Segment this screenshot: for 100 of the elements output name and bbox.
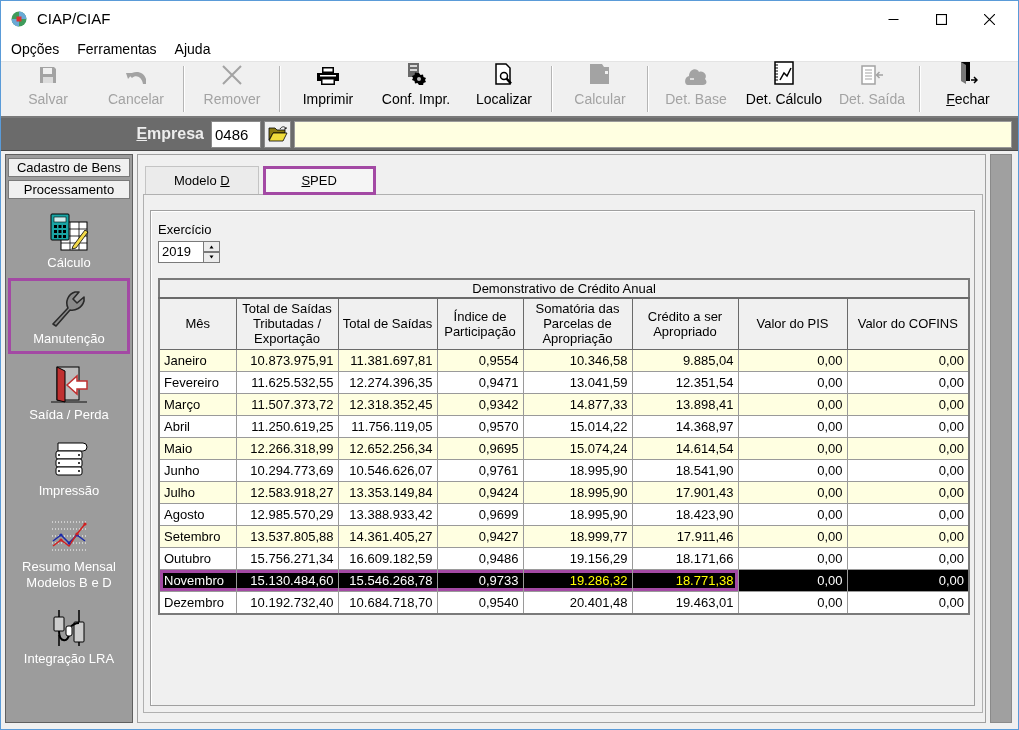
- table-cell: 18.999,77: [523, 525, 632, 548]
- table-cell: Outubro: [159, 547, 236, 570]
- tab[interactable]: Modelo D: [145, 166, 259, 194]
- printer-icon: [317, 67, 339, 85]
- table-row[interactable]: Abril 11.250.619,25 11.756.119,05 0,9570 15.014,22 14.368,97 0,00 0,00: [159, 415, 970, 438]
- table-cell: 18.771,38: [632, 569, 738, 592]
- calculation-detail-button[interactable]: Det. Cálculo: [740, 62, 828, 116]
- table-cell: 0,00: [738, 481, 847, 504]
- undo-arrow-icon: [125, 71, 147, 85]
- spin-down-icon[interactable]: [203, 251, 220, 263]
- table-cell: 15.546.268,78: [338, 569, 437, 592]
- table-row[interactable]: Novembro 15.130.484,60 15.546.268,78 0,9733 19.286,32 18.771,38 0,00 0,00: [159, 569, 970, 592]
- table-row[interactable]: Outubro 15.756.271,34 16.609.182,59 0,9486 19.156,29 18.171,66 0,00 0,00: [159, 547, 970, 570]
- table-cell: 11.756.119,05: [338, 415, 437, 438]
- table-row[interactable]: Janeiro 10.873.975,91 11.381.697,81 0,9554 10.346,58 9.885,04 0,00 0,00: [159, 349, 970, 372]
- table-cell: 0,9733: [437, 569, 523, 592]
- table-row[interactable]: Junho 10.294.773,69 10.546.626,07 0,9761 18.995,90 18.541,90 0,00 0,00: [159, 459, 970, 482]
- table-cell: 0,9554: [437, 349, 523, 372]
- section-button[interactable]: Cadastro de Bens: [8, 158, 130, 177]
- close-icon[interactable]: [984, 13, 995, 25]
- section-button[interactable]: Processamento: [8, 180, 130, 199]
- table-row[interactable]: Dezembro 10.192.732,40 10.684.718,70 0,9540 20.401,48 19.463,01 0,00 0,00: [159, 591, 970, 614]
- column-header: Mês: [159, 297, 236, 350]
- document-magnifier-icon: [495, 63, 513, 85]
- table-cell: 10.294.773,69: [236, 459, 338, 482]
- table-cell: Junho: [159, 459, 236, 482]
- tab[interactable]: SPED: [262, 166, 376, 195]
- table-cell: 11.250.619,25: [236, 415, 338, 438]
- table-cell: 13.388.933,42: [338, 503, 437, 526]
- table-cell: 11.507.373,72: [236, 393, 338, 416]
- table-cell: Fevereiro: [159, 371, 236, 394]
- table-cell: 0,00: [738, 437, 847, 460]
- column-header: Valor do PIS: [738, 297, 847, 350]
- table-title: Demonstrativo de Crédito Anual: [159, 278, 970, 298]
- column-header: Crédito a ser Apropriado: [632, 297, 738, 350]
- table-cell: Setembro: [159, 525, 236, 548]
- table-cell: 18.171,66: [632, 547, 738, 570]
- table-cell: 17.901,43: [632, 481, 738, 504]
- menu-item[interactable]: Ferramentas: [68, 39, 166, 59]
- door-arrow-icon: [958, 61, 978, 85]
- table-row[interactable]: Março 11.507.373,72 12.318.352,45 0,9342 14.877,33 13.898,41 0,00 0,00: [159, 393, 970, 416]
- table-cell: 15.014,22: [523, 415, 632, 438]
- table-cell: 12.351,54: [632, 371, 738, 394]
- table-cell: Julho: [159, 481, 236, 504]
- table-row[interactable]: Fevereiro 11.625.532,55 12.274.396,35 0,9471 13.041,59 12.351,54 0,00 0,00: [159, 371, 970, 394]
- table-cell: 15.130.484,60: [236, 569, 338, 592]
- table-cell: 12.583.918,27: [236, 481, 338, 504]
- company-code-field[interactable]: 0486: [211, 120, 261, 148]
- column-header: Valor do COFINS: [847, 297, 970, 350]
- table-cell: 10.873.975,91: [236, 349, 338, 372]
- table-cell: 18.423,90: [632, 503, 738, 526]
- close-button[interactable]: Fechar: [924, 62, 1012, 116]
- column-header: Índice de Participação: [437, 297, 523, 350]
- table-cell: 0,9424: [437, 481, 523, 504]
- table-cell: 0,9570: [437, 415, 523, 438]
- year-label: Exercício: [158, 222, 212, 238]
- table-cell: 12.266.318,99: [236, 437, 338, 460]
- menu-item[interactable]: Ajuda: [165, 39, 220, 59]
- table-cell: 14.368,97: [632, 415, 738, 438]
- find-button[interactable]: Localizar: [460, 62, 548, 116]
- company-name-field[interactable]: [294, 120, 1012, 148]
- spin-up-icon[interactable]: [203, 240, 220, 252]
- table-cell: 14.361.405,27: [338, 525, 437, 548]
- table-cell: 19.286,32: [523, 569, 632, 592]
- table-cell: 19.156,29: [523, 547, 632, 570]
- table-cell: 12.985.570,29: [236, 503, 338, 526]
- table-cell: 0,9471: [437, 371, 523, 394]
- table-row[interactable]: Maio 12.266.318,99 12.652.256,34 0,9695 15.074,24 14.614,54 0,00 0,00: [159, 437, 970, 460]
- company-label: Empresa: [135, 124, 205, 144]
- table-cell: 12.274.396,35: [338, 371, 437, 394]
- table-cell: 0,00: [738, 393, 847, 416]
- table-row[interactable]: Julho 12.583.918,27 13.353.149,84 0,9424 18.995,90 17.901,43 0,00 0,00: [159, 481, 970, 504]
- print-setup-button[interactable]: Conf. Impr.: [372, 62, 460, 116]
- print-button[interactable]: Imprimir: [284, 62, 372, 116]
- window-title: CIAP/CIAF: [37, 10, 111, 28]
- menu-item[interactable]: Opções: [2, 39, 69, 59]
- table-cell: 0,00: [738, 569, 847, 592]
- table-cell: Março: [159, 393, 236, 416]
- table-row[interactable]: Agosto 12.985.570,29 13.388.933,42 0,9699 18.995,90 18.423,90 0,00 0,00: [159, 503, 970, 526]
- table-cell: 0,00: [738, 525, 847, 548]
- table-cell: 0,9695: [437, 437, 523, 460]
- table-cell: 14.614,54: [632, 437, 738, 460]
- table-cell: 0,00: [738, 547, 847, 570]
- table-cell: 0,9342: [437, 393, 523, 416]
- table-cell: 0,00: [738, 371, 847, 394]
- browse-button[interactable]: [264, 120, 291, 148]
- open-folder-icon: [267, 126, 288, 142]
- table-cell: 0,9761: [437, 459, 523, 482]
- table-cell: 13.537.805,88: [236, 525, 338, 548]
- year-field[interactable]: 2019: [158, 240, 203, 263]
- table-cell: Novembro: [159, 569, 236, 592]
- table-cell: 12.652.256,34: [338, 437, 437, 460]
- table-row[interactable]: Setembro 13.537.805,88 14.361.405,27 0,9427 18.999,77 17.911,46 0,00 0,00: [159, 525, 970, 548]
- table-cell: 18.995,90: [523, 503, 632, 526]
- maximize-icon[interactable]: [936, 13, 947, 25]
- table-cell: 18.995,90: [523, 481, 632, 504]
- table-cell: Abril: [159, 415, 236, 438]
- minimize-icon[interactable]: [888, 18, 899, 20]
- app-logo-icon: [11, 11, 27, 27]
- table-cell: 0,00: [738, 459, 847, 482]
